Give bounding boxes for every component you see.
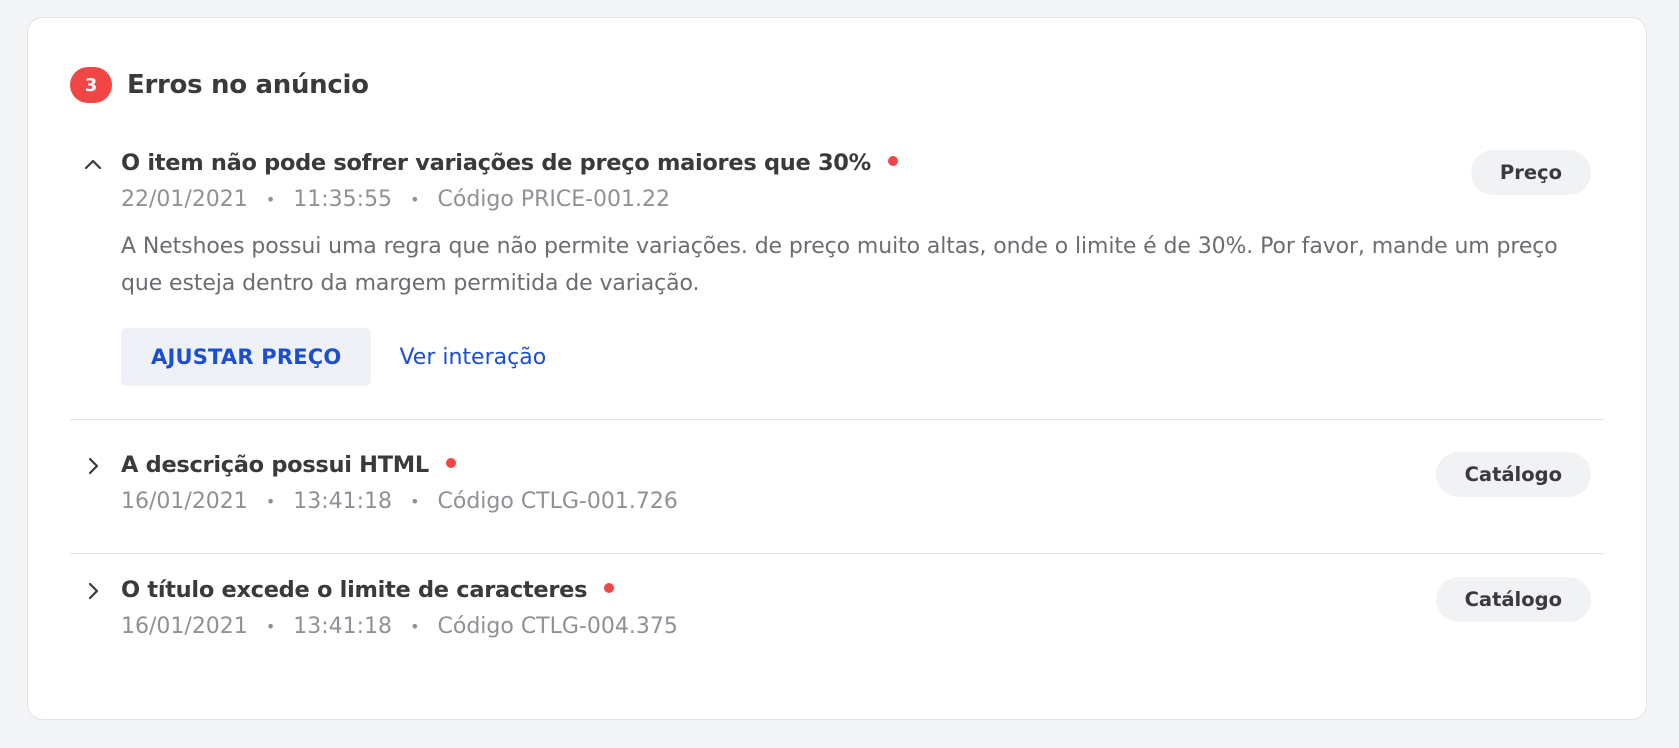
view-interaction-link[interactable]: Ver interação — [399, 345, 546, 370]
unread-indicator — [445, 458, 456, 468]
chevron-up-icon — [84, 159, 102, 170]
error-code: Código PRICE-001.22 — [437, 186, 671, 212]
error-code: Código CTLG-004.375 — [437, 613, 678, 639]
meta-separator: • — [410, 616, 420, 636]
meta-separator: • — [265, 491, 276, 511]
errors-card: 3 Erros no anúncio O item não pode sofre… — [27, 17, 1647, 720]
error-count-badge: 3 — [70, 67, 112, 103]
expand-toggle[interactable] — [82, 580, 104, 602]
error-date: 16/01/2021 — [121, 488, 248, 514]
meta-separator: • — [265, 189, 276, 209]
meta-separator: • — [410, 189, 420, 209]
collapse-toggle[interactable] — [82, 153, 104, 175]
error-item[interactable]: A descrição possui HTML 16/01/2021 • 13:… — [70, 445, 1605, 554]
error-actions: AJUSTAR PREÇO Ver interação — [121, 328, 546, 386]
chevron-right-icon — [88, 457, 99, 475]
error-meta: 22/01/2021 • 11:35:55 • Código PRICE-001… — [121, 181, 670, 217]
error-time: 11:35:55 — [293, 186, 393, 212]
error-title: O título excede o limite de caracteres — [121, 577, 588, 603]
card-title: Erros no anúncio — [127, 70, 369, 100]
unread-indicator — [887, 156, 898, 166]
error-time: 13:41:18 — [293, 488, 393, 514]
card-header: 3 Erros no anúncio — [70, 63, 369, 107]
error-meta: 16/01/2021 • 13:41:18 • Código CTLG-004.… — [121, 608, 678, 644]
meta-separator: • — [265, 616, 276, 636]
category-tag: Catálogo — [1435, 577, 1591, 622]
expand-toggle[interactable] — [82, 455, 104, 477]
error-description: A Netshoes possui uma regra que não perm… — [121, 234, 1558, 296]
chevron-right-icon — [88, 582, 99, 600]
error-date: 22/01/2021 — [121, 186, 248, 212]
error-item[interactable]: O título excede o limite de caracteres 1… — [70, 570, 1605, 660]
category-tag: Catálogo — [1435, 452, 1591, 497]
meta-separator: • — [410, 491, 420, 511]
adjust-price-button[interactable]: AJUSTAR PREÇO — [121, 328, 372, 386]
error-code: Código CTLG-001.726 — [437, 488, 678, 514]
category-tag: Preço — [1470, 150, 1591, 195]
error-item: O item não pode sofrer variações de preç… — [70, 143, 1605, 420]
error-title: O item não pode sofrer variações de preç… — [121, 150, 871, 176]
error-title: A descrição possui HTML — [121, 452, 429, 478]
unread-indicator — [604, 583, 615, 593]
error-date: 16/01/2021 — [121, 613, 248, 639]
error-time: 13:41:18 — [293, 613, 393, 639]
error-meta: 16/01/2021 • 13:41:18 • Código CTLG-001.… — [121, 483, 678, 519]
